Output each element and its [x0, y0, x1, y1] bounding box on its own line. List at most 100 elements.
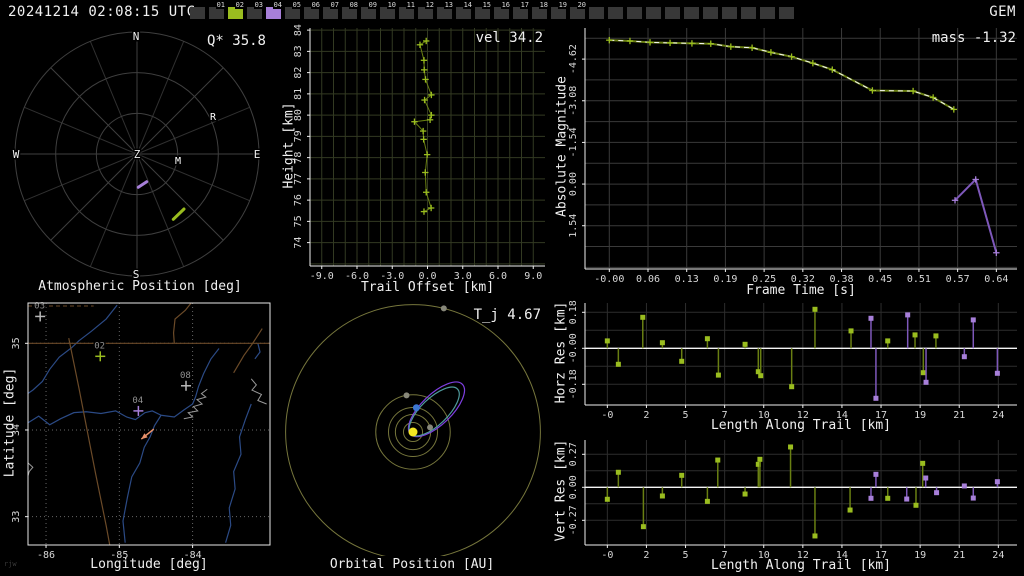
light-curve-series-station-02 — [606, 36, 958, 113]
data-point — [912, 332, 918, 338]
horz-res-series-station-04 — [868, 312, 1000, 401]
data-point — [994, 370, 1000, 376]
trail-annotation: vel 34.2 — [475, 30, 543, 46]
orbit-annotation: T_j 4.67 — [473, 307, 541, 323]
trajectory-arrow — [140, 428, 155, 440]
station-marker-03: 03 — [33, 300, 47, 322]
data-point — [659, 340, 665, 346]
mag-ylabel: Absolute Magnitude — [554, 76, 570, 217]
vert-res-series-station-02 — [604, 444, 926, 539]
svg-text:M: M — [175, 156, 181, 167]
svg-text:04: 04 — [132, 396, 143, 406]
data-point — [994, 479, 1000, 485]
mars-dot — [403, 392, 410, 399]
station-marker-04: 04 — [131, 394, 145, 416]
venus-dot — [427, 424, 434, 431]
data-point — [847, 507, 853, 513]
data-point — [904, 496, 910, 502]
svg-text:-3.08: -3.08 — [568, 86, 579, 116]
earth-dot — [412, 404, 420, 412]
data-point — [704, 336, 710, 342]
polar-annotation: Q* 35.8 — [206, 33, 266, 49]
data-point — [868, 315, 874, 321]
map-ylabel: Latitude [deg] — [2, 367, 18, 478]
svg-text:-0.18: -0.18 — [568, 369, 579, 399]
data-point — [812, 306, 818, 312]
panel-orbit — [285, 304, 541, 556]
station-marker-02: 02 — [93, 340, 107, 362]
map-title: Longitude [deg] — [90, 557, 208, 572]
light-curve-series-station-04 — [951, 176, 1000, 256]
station-02-streak — [171, 207, 186, 221]
panel-horz-res: -0 2 5 7 10 12 14 17 19 21 240.18-0.00-0.18 — [568, 300, 1017, 421]
data-point — [615, 361, 621, 367]
panel-trail-offset: -9.0 -6.0 -3.0 0.0 3.0 6.0 9.07475767778798081… — [293, 24, 545, 282]
meteor-analysis-screen: { "header": { "timestamp": "20241214 02:… — [0, 0, 1024, 576]
data-point — [640, 314, 646, 320]
svg-text:-0.27: -0.27 — [568, 505, 579, 535]
trail-ylabel: Height [km] — [281, 102, 297, 189]
svg-text:08: 08 — [180, 371, 191, 381]
station-04-streak — [136, 180, 149, 189]
data-point — [885, 495, 891, 501]
data-point — [961, 483, 967, 489]
svg-text:1.54: 1.54 — [568, 214, 579, 238]
data-point — [742, 341, 748, 347]
trail-offset-series-station-02 — [411, 37, 435, 215]
data-point — [913, 502, 919, 508]
svg-text:02: 02 — [94, 341, 105, 351]
data-point — [715, 457, 721, 463]
panel-atmospheric: NSEW ZRM — [11, 29, 262, 283]
sun-dot — [408, 427, 418, 437]
svg-text:0.27: 0.27 — [568, 442, 579, 466]
data-point — [934, 490, 940, 496]
svg-text:N: N — [133, 30, 140, 43]
data-point — [873, 471, 879, 477]
data-point — [923, 475, 929, 481]
data-point — [604, 338, 610, 344]
data-point — [679, 358, 685, 364]
data-point — [615, 469, 621, 475]
svg-text:0.18: 0.18 — [568, 300, 579, 324]
svg-text:-1.54: -1.54 — [568, 127, 579, 157]
svg-text:0.00: 0.00 — [568, 475, 579, 499]
data-point — [679, 472, 685, 478]
data-point — [923, 379, 929, 385]
svg-text:Z: Z — [134, 148, 141, 161]
data-point — [933, 333, 939, 339]
svg-text:-4.62: -4.62 — [568, 44, 579, 74]
svg-text:0.00: 0.00 — [568, 172, 579, 196]
data-point — [920, 370, 926, 376]
data-point — [970, 317, 976, 323]
data-point — [920, 460, 926, 466]
panel-vert-res: -0 2 5 7 10 12 14 17 19 21 240.270.00-0.27 — [568, 440, 1017, 561]
panel-light-curve: -0.00 0.06 0.13 0.19 0.25 0.32 0.38 0.45 0.51 0.5… — [568, 28, 1017, 285]
data-point — [848, 328, 854, 334]
data-point — [640, 524, 646, 530]
watermark: rjw — [4, 560, 17, 568]
data-point — [704, 498, 710, 504]
mag-title: Frame Time [s] — [746, 283, 856, 298]
data-point — [757, 456, 763, 462]
horz-res-title: Length Along Trail [km] — [710, 418, 891, 433]
data-point — [758, 373, 764, 379]
data-point — [885, 338, 891, 344]
data-point — [659, 493, 665, 499]
data-point — [742, 491, 748, 497]
data-point — [604, 496, 610, 502]
data-point — [868, 495, 874, 501]
data-point — [905, 312, 911, 318]
data-point — [812, 533, 818, 539]
svg-text:R: R — [210, 112, 217, 123]
data-point — [789, 384, 795, 390]
svg-text:84: 84 — [293, 24, 304, 36]
vert-res-ylabel: Vert Res [km] — [553, 439, 569, 542]
data-point — [788, 444, 794, 450]
svg-text:-0.00: -0.00 — [568, 333, 579, 363]
data-point — [970, 495, 976, 501]
vert-res-title: Length Along Trail [km] — [710, 558, 891, 573]
trail-title: Trail Offset [km] — [360, 280, 495, 295]
polar-title: Atmospheric Position [deg] — [38, 279, 242, 294]
data-point — [961, 354, 967, 360]
data-point — [715, 372, 721, 378]
